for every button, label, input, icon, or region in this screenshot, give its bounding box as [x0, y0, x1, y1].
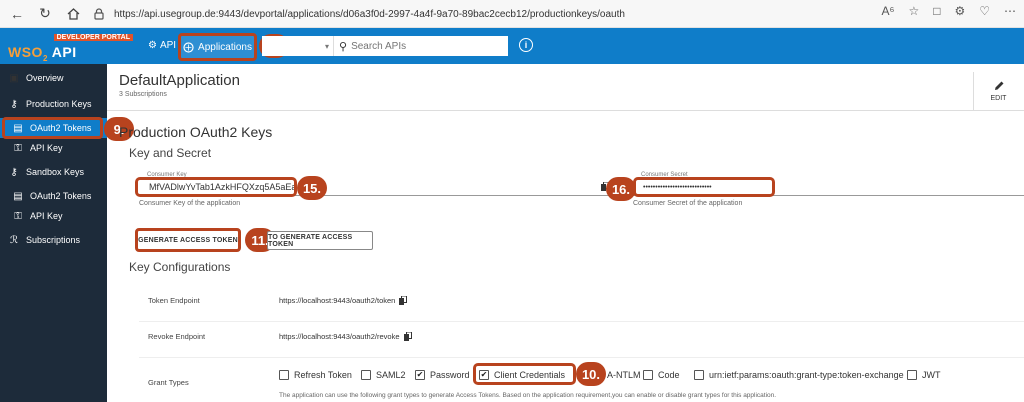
client-credentials-highlight — [473, 363, 576, 385]
applications-nav[interactable]: Applications — [178, 33, 257, 61]
checkbox[interactable] — [643, 370, 653, 380]
generate-access-token-button[interactable]: GENERATE ACCESS TOKEN — [135, 228, 241, 252]
extensions-icon[interactable]: ⚙ — [954, 4, 965, 18]
main-content: DefaultApplication 3 Subscriptions EDIT … — [107, 64, 1024, 402]
sidebar-item-label: API Key — [30, 143, 63, 153]
consumer-key-highlight — [135, 177, 297, 197]
applications-icon — [183, 41, 194, 53]
key-icon: ⚿ — [14, 210, 22, 222]
consumer-key-helper: Consumer Key of the application — [139, 200, 241, 207]
rss-icon: ℛ — [10, 234, 18, 246]
checkbox[interactable] — [279, 370, 289, 380]
curl-generate-token-button[interactable]: TO GENERATE ACCESS TOKEN — [267, 231, 373, 250]
grant-types-label: Grant Types — [148, 378, 189, 387]
back-icon[interactable]: ← — [6, 3, 28, 25]
key-secret-title: Key and Secret — [129, 146, 212, 160]
browser-toolbar: ← ↻ https://api.usegroup.de:9443/devport… — [0, 0, 1024, 28]
revoke-endpoint-label: Revoke Endpoint — [148, 332, 206, 341]
gear-icon: ⚙ — [148, 40, 157, 51]
generate-access-token-label: GENERATE ACCESS TOKEN — [138, 236, 238, 244]
sidebar-item-label: Sandbox Keys — [26, 167, 85, 177]
checkbox[interactable]: ✔ — [415, 370, 425, 380]
step-badge-15: 15. — [297, 176, 327, 200]
sidebar-item-label: API Key — [30, 211, 63, 221]
consumer-secret-highlight — [633, 177, 775, 197]
favorite-icon[interactable]: ☆ — [908, 4, 919, 18]
checkbox[interactable] — [907, 370, 917, 380]
refresh-icon[interactable]: ↻ — [34, 3, 56, 25]
sidebar-item-label: Production Keys — [26, 99, 92, 109]
keys-icon: ⚷ — [10, 98, 18, 110]
step-badge-16: 16. — [606, 177, 636, 201]
token-endpoint-value: https://localhost:9443/oauth2/token — [279, 296, 396, 305]
copy-icon[interactable] — [399, 296, 408, 305]
grant-types-helper: The application can use the following gr… — [279, 392, 777, 399]
logo[interactable]: DEVELOPER PORTAL WSO2 API MANAGER — [8, 34, 133, 79]
token-icon: ▤ — [13, 190, 23, 202]
grant-saml2[interactable]: SAML2 — [361, 370, 406, 380]
search-type-select[interactable]: ▾ — [262, 36, 334, 56]
search-bar: ▾ ⚲ — [262, 36, 508, 56]
portal-tag: DEVELOPER PORTAL — [53, 34, 133, 41]
key-icon: ⚿ — [14, 142, 22, 154]
edit-button[interactable]: EDIT — [973, 72, 1023, 110]
grant-refresh-token[interactable]: Refresh Token — [279, 370, 352, 380]
copy-icon[interactable] — [403, 332, 412, 341]
oauth2-tokens-highlight — [2, 117, 103, 139]
info-icon[interactable]: i — [519, 38, 533, 52]
sidebar-item-subscriptions[interactable]: ℛ Subscriptions — [0, 230, 107, 250]
sidebar-item-sandbox-api-key[interactable]: ⚿ API Key — [0, 206, 107, 226]
subscription-count: 3 Subscriptions — [119, 91, 167, 98]
sidebar-item-production-keys[interactable]: ⚷ Production Keys — [0, 94, 107, 114]
sidebar-item-label: OAuth2 Tokens — [30, 191, 92, 201]
key-config-title: Key Configurations — [129, 260, 231, 274]
revoke-endpoint-value: https://localhost:9443/oauth2/revoke — [279, 332, 400, 341]
read-aloud-icon[interactable]: A⁶ — [882, 4, 895, 18]
keys-icon: ⚷ — [10, 166, 18, 178]
collections-icon[interactable]: □ — [933, 4, 940, 18]
curl-generate-token-label: TO GENERATE ACCESS TOKEN — [268, 233, 353, 248]
checkbox[interactable] — [361, 370, 371, 380]
sidebar-item-production-api-key[interactable]: ⚿ API Key — [0, 138, 107, 158]
step-badge-10: 10. — [576, 362, 606, 386]
sidebar-item-sandbox-keys[interactable]: ⚷ Sandbox Keys — [0, 162, 107, 182]
checkbox[interactable] — [694, 370, 704, 380]
divider — [107, 110, 1024, 111]
sidebar-item-label: Overview — [26, 73, 64, 83]
sidebar-item-label: Subscriptions — [26, 235, 81, 245]
token-endpoint-label: Token Endpoint — [148, 296, 200, 305]
address-bar[interactable]: https://api.usegroup.de:9443/devportal/a… — [92, 4, 882, 24]
apis-label: API — [159, 40, 177, 51]
chevron-down-icon: ▾ — [324, 41, 329, 51]
overview-icon: ▣ — [9, 72, 19, 84]
grant-token-exchange[interactable]: urn:ietf:params:oauth:grant-type:token-e… — [694, 370, 904, 380]
grant-jwt[interactable]: JWT — [907, 370, 941, 380]
applications-label: Applications — [198, 41, 252, 53]
lock-icon — [94, 8, 104, 20]
edit-label: EDIT — [990, 95, 1007, 102]
sidebar-item-overview[interactable]: ▣ Overview — [0, 68, 107, 88]
profile-icon[interactable]: ♡ — [979, 4, 990, 18]
grant-code[interactable]: Code — [643, 370, 680, 380]
more-icon[interactable]: ⋯ — [1004, 4, 1016, 18]
grant-ntlm[interactable]: A-NTLM — [607, 370, 641, 380]
consumer-secret-helper: Consumer Secret of the application — [633, 200, 743, 207]
section-title: Production OAuth2 Keys — [119, 124, 273, 140]
apis-nav[interactable]: ⚙ API — [148, 40, 176, 51]
search-icon: ⚲ — [339, 40, 348, 53]
url-text: https://api.usegroup.de:9443/devportal/a… — [114, 8, 625, 20]
sidebar-item-sandbox-oauth2-tokens[interactable]: ▤ OAuth2 Tokens — [0, 186, 107, 206]
grant-types-row: Grant Types Refresh Token SAML2 ✔ Passwo… — [139, 350, 1024, 402]
home-icon[interactable] — [62, 3, 84, 25]
search-input[interactable] — [347, 40, 508, 52]
pencil-icon — [994, 81, 1003, 90]
grant-password[interactable]: ✔ Password — [415, 370, 470, 380]
page-title: DefaultApplication — [119, 72, 240, 89]
